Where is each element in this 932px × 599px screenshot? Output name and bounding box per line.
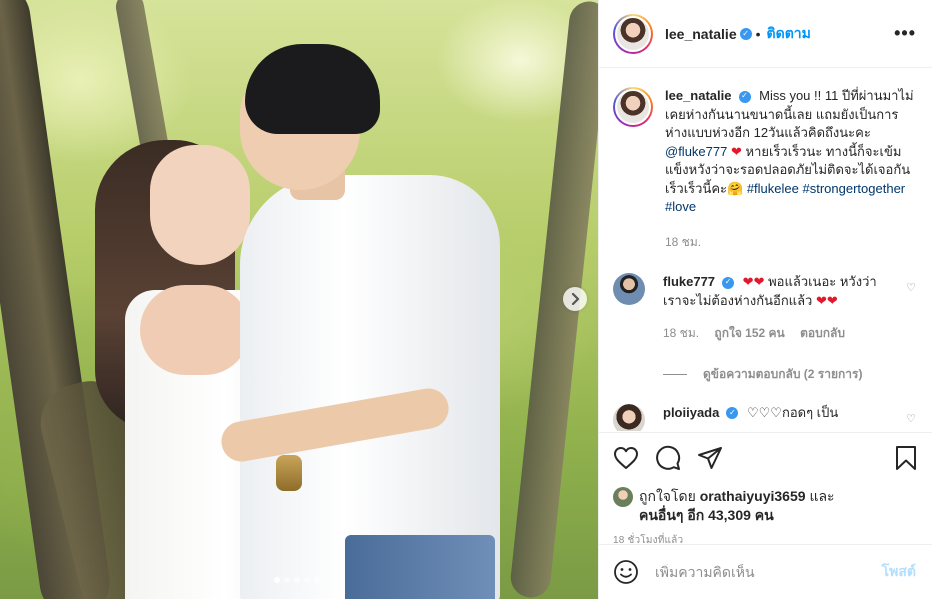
add-comment-bar: โพสต์ bbox=[599, 544, 932, 599]
carousel-dot bbox=[314, 577, 320, 583]
verified-badge-icon: ✓ bbox=[722, 276, 735, 289]
like-count-link[interactable]: คนอื่นๆ อีก 43,309 คน bbox=[639, 507, 774, 523]
post-comment-button[interactable]: โพสต์ bbox=[882, 561, 916, 583]
commenter-avatar[interactable] bbox=[613, 273, 645, 305]
comment-item: ploiiyada ✓ ♡♡♡กอดๆ เป็น ♡ bbox=[613, 403, 916, 432]
carousel-dot bbox=[274, 577, 280, 583]
carousel-dot bbox=[294, 577, 300, 583]
caption-author-avatar[interactable] bbox=[613, 87, 653, 127]
post-actions: ถูกใจโดย orathaiyuyi3659 และ คนอื่นๆ อีก… bbox=[599, 432, 932, 548]
post-photo[interactable] bbox=[0, 0, 598, 599]
chevron-right-icon bbox=[571, 293, 580, 305]
smiley-icon[interactable] bbox=[613, 559, 639, 585]
more-options-icon[interactable]: ••• bbox=[894, 23, 916, 44]
carousel-next-button[interactable] bbox=[563, 287, 587, 311]
replies-divider bbox=[663, 373, 687, 375]
heart-icon[interactable] bbox=[613, 446, 639, 470]
carousel-dots bbox=[274, 577, 320, 583]
caption-username[interactable]: lee_natalie bbox=[665, 88, 732, 103]
carousel-dot bbox=[284, 577, 290, 583]
liked-by-prefix: ถูกใจโดย bbox=[639, 488, 696, 504]
comment-timestamp[interactable]: 18 ชม. bbox=[663, 326, 699, 340]
liker-avatar[interactable] bbox=[613, 487, 633, 507]
woman-face bbox=[150, 145, 250, 265]
comments-list[interactable]: lee_natalie ✓ Miss you !! 11 ปีที่ผ่านมาไ… bbox=[599, 69, 932, 431]
liked-by-and: และ bbox=[809, 488, 835, 504]
comment-text: ♡♡♡กอดๆ เป็น bbox=[746, 404, 839, 420]
commenter-username[interactable]: fluke777 bbox=[663, 274, 715, 289]
comment-like-heart-icon[interactable]: ♡ bbox=[906, 412, 916, 432]
carousel-dot bbox=[304, 577, 310, 583]
comment-like-heart-icon[interactable]: ♡ bbox=[906, 281, 916, 343]
red-heart-emoji: ❤❤ bbox=[815, 292, 838, 308]
bookmark-icon[interactable] bbox=[894, 445, 918, 471]
comment-like-count[interactable]: ถูกใจ 152 คน bbox=[714, 326, 784, 340]
verified-badge-icon: ✓ bbox=[739, 27, 752, 40]
hashtag-link[interactable]: #love bbox=[665, 199, 696, 214]
caption: lee_natalie ✓ Miss you !! 11 ปีที่ผ่านมาไ… bbox=[613, 87, 916, 251]
caption-timestamp[interactable]: 18 ชม. bbox=[665, 235, 701, 249]
woman-shoulder bbox=[140, 285, 250, 375]
commenter-username[interactable]: ploiiyada bbox=[663, 405, 719, 420]
share-icon[interactable] bbox=[697, 446, 723, 470]
verified-badge-icon: ✓ bbox=[726, 407, 739, 420]
hashtag-link[interactable]: #flukelee bbox=[747, 181, 799, 196]
post-side-panel: lee_natalie ✓ • ติดตาม ••• lee_natalie ✓ … bbox=[598, 0, 932, 599]
likes-summary: ถูกใจโดย orathaiyuyi3659 และ คนอื่นๆ อีก… bbox=[613, 487, 918, 525]
view-replies-label: ดูข้อความตอบกลับ (2 รายการ) bbox=[703, 366, 863, 381]
liked-by-username[interactable]: orathaiyuyi3659 bbox=[700, 488, 806, 504]
comment-input[interactable] bbox=[655, 564, 882, 580]
comment-reply-button[interactable]: ตอบกลับ bbox=[800, 326, 845, 340]
caption-mention-link[interactable]: @fluke777 bbox=[665, 144, 727, 159]
post-header: lee_natalie ✓ • ติดตาม ••• bbox=[599, 0, 932, 68]
comment-icon[interactable] bbox=[655, 445, 681, 471]
follow-button[interactable]: ติดตาม bbox=[767, 23, 811, 45]
view-replies-button[interactable]: ดูข้อความตอบกลับ (2 รายการ) bbox=[663, 365, 916, 384]
author-avatar[interactable] bbox=[613, 13, 653, 54]
red-heart-emoji: ❤❤ bbox=[742, 274, 765, 289]
verified-badge-icon: ✓ bbox=[738, 90, 751, 103]
author-username[interactable]: lee_natalie bbox=[665, 26, 737, 42]
comment-item: fluke777 ✓ ❤❤ พอแล้วเนอะ หวังว่าเราจะไม่ต… bbox=[613, 273, 916, 343]
separator-bullet: • bbox=[755, 25, 761, 42]
commenter-avatar[interactable] bbox=[613, 403, 645, 431]
man-hair bbox=[245, 44, 380, 134]
wristwatch bbox=[276, 455, 302, 491]
hashtag-link[interactable]: #strongertogether bbox=[803, 181, 906, 196]
red-heart-emoji: ❤ bbox=[730, 143, 742, 159]
man-jeans bbox=[345, 535, 495, 599]
